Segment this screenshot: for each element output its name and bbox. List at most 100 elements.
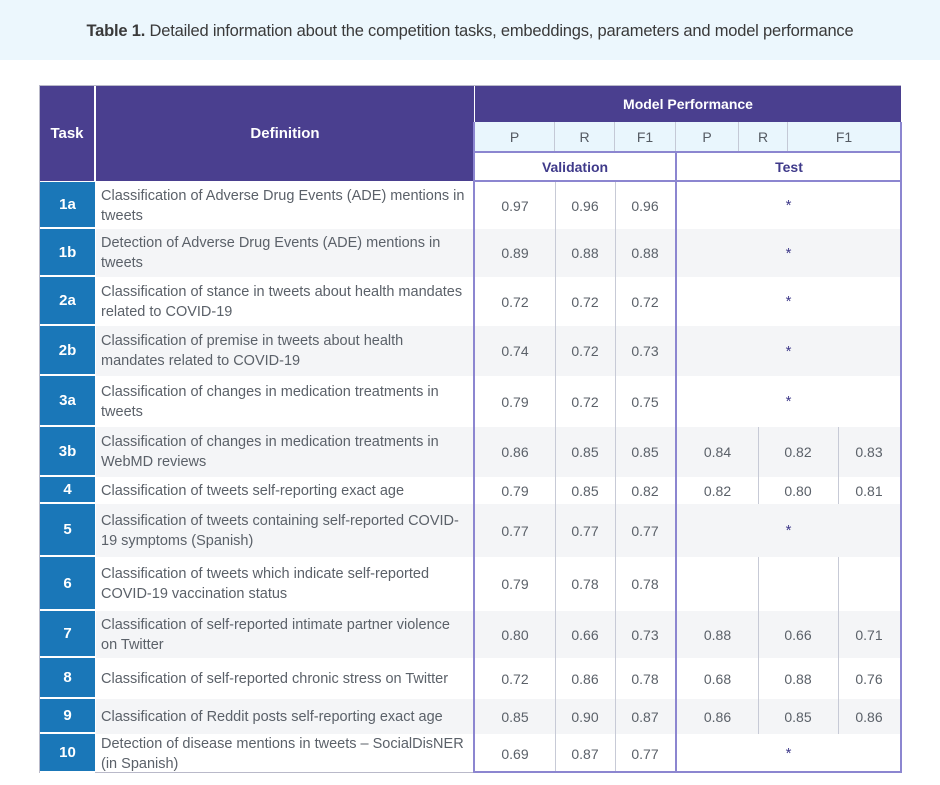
val-f1: 0.73 [631, 343, 659, 359]
val-recall: 0.87 [571, 745, 599, 762]
task-id: 2b [40, 326, 95, 376]
test-f1: 0.76 [855, 670, 883, 687]
val-recall: 0.72 [571, 293, 599, 310]
test-f1: 0.83 [855, 444, 883, 460]
divider [555, 182, 556, 772]
val-precision: 0.79 [501, 482, 529, 499]
divider [838, 477, 839, 504]
header-test-f1: F1 [788, 122, 901, 152]
task-id: 2a [40, 277, 95, 326]
task-id: 5 [40, 504, 95, 557]
val-f1: 0.82 [631, 482, 659, 499]
task-definition: Classification of changes in medication … [101, 434, 439, 470]
test-f1: 0.86 [855, 708, 883, 725]
test-not-available-marker: * [785, 745, 792, 762]
val-f1: 0.73 [631, 626, 659, 643]
val-f1: 0.85 [631, 444, 659, 460]
val-recall: 0.86 [571, 670, 599, 687]
val-recall: 0.66 [571, 626, 599, 643]
header-val-precision: P [475, 122, 555, 152]
val-recall: 0.90 [571, 708, 599, 725]
val-precision: 0.79 [501, 393, 529, 410]
task-definition: Detection of Adverse Drug Events (ADE) m… [101, 235, 441, 271]
test-recall: 0.85 [784, 708, 812, 725]
test-recall: 0.66 [784, 626, 812, 643]
divider [758, 611, 759, 658]
val-f1: 0.87 [631, 708, 659, 725]
header-val-f1: F1 [615, 122, 676, 152]
task-definition: Detection of disease mentions in tweets … [101, 735, 464, 772]
divider [838, 699, 839, 734]
task-definition: Classification of self-reported intimate… [101, 616, 450, 653]
val-recall: 0.77 [571, 522, 599, 539]
task-definition: Classification of changes in medication … [101, 383, 439, 420]
test-f1 [838, 557, 900, 611]
val-recall: 0.96 [571, 197, 599, 214]
header-test: Test [677, 152, 901, 181]
header-task: Task [40, 86, 95, 181]
val-precision: 0.77 [501, 522, 529, 539]
val-f1: 0.88 [631, 245, 659, 261]
divider [473, 122, 475, 773]
val-recall: 0.72 [571, 393, 599, 410]
task-definition: Classification of self-reported chronic … [101, 670, 449, 687]
task-id: 10 [40, 734, 95, 773]
test-recall: 0.82 [784, 444, 812, 460]
val-precision: 0.74 [501, 343, 529, 359]
task-id: 9 [40, 699, 95, 734]
val-f1: 0.78 [631, 670, 659, 687]
divider [474, 180, 902, 182]
test-not-available-marker: * [785, 522, 792, 539]
test-precision: 0.82 [703, 482, 732, 499]
val-f1: 0.77 [631, 522, 659, 539]
val-precision: 0.89 [501, 245, 529, 261]
test-recall [758, 557, 838, 611]
divider [474, 151, 902, 153]
task-id: 4 [40, 477, 95, 504]
val-precision: 0.86 [501, 444, 529, 460]
test-precision: 0.84 [703, 444, 732, 460]
task-id: 3a [40, 376, 95, 427]
test-not-available-marker: * [785, 197, 792, 214]
test-f1: 0.81 [855, 482, 883, 499]
test-precision: 0.88 [703, 626, 732, 643]
divider [838, 611, 839, 658]
val-recall: 0.78 [571, 576, 599, 592]
divider [758, 427, 759, 477]
task-definition: Classification of tweets which indicate … [101, 566, 430, 602]
val-precision: 0.97 [501, 197, 529, 214]
val-f1: 0.78 [631, 576, 659, 592]
test-f1: 0.71 [855, 626, 883, 643]
header-definition: Definition [96, 86, 474, 181]
task-definition: Classification of stance in tweets about… [101, 283, 463, 320]
divider [838, 427, 839, 477]
val-f1: 0.75 [631, 393, 659, 410]
header-model-performance: Model Performance [474, 86, 901, 122]
task-id: 8 [40, 658, 95, 699]
task-definition: Classification of tweets self-reporting … [101, 482, 405, 499]
test-precision: 0.68 [703, 670, 732, 687]
task-id: 1b [40, 229, 95, 277]
performance-table: Task Definition Model Performance P R F1… [39, 85, 902, 773]
val-f1: 0.77 [631, 745, 659, 762]
test-recall: 0.80 [784, 482, 812, 499]
test-precision [677, 557, 758, 611]
task-id: 6 [40, 557, 95, 611]
val-f1: 0.96 [631, 197, 659, 214]
test-not-available-marker: * [785, 342, 792, 360]
header-test-precision: P [676, 122, 739, 152]
task-definition: Classification of Reddit posts self-repo… [101, 708, 443, 725]
val-recall: 0.72 [571, 343, 599, 359]
task-definition: Classification of tweets containing self… [101, 512, 459, 549]
test-not-available-marker: * [785, 244, 792, 262]
divider [474, 771, 902, 773]
val-recall: 0.88 [571, 245, 599, 261]
task-definition: Classification of premise in tweets abou… [101, 333, 404, 369]
divider [838, 658, 839, 699]
test-not-available-marker: * [785, 393, 792, 410]
divider [900, 122, 902, 773]
divider [758, 477, 759, 504]
val-f1: 0.72 [631, 293, 659, 310]
val-precision: 0.85 [501, 708, 529, 725]
divider [758, 658, 759, 699]
